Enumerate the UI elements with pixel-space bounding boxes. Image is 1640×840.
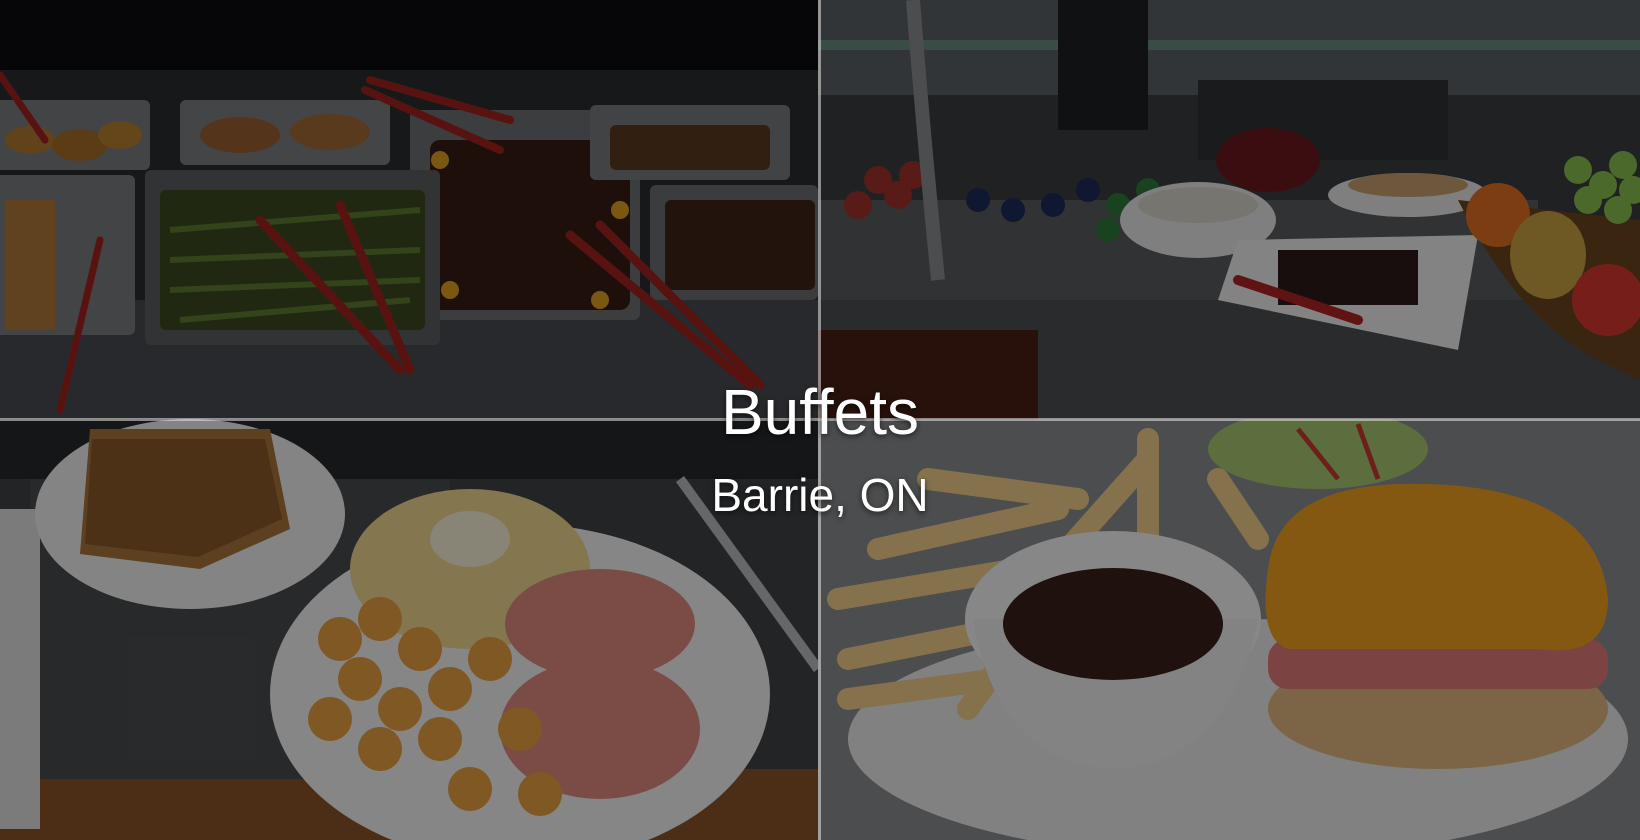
photo-breakfast-plate — [0, 419, 818, 840]
photo-buffet-hot-trays — [0, 0, 818, 419]
dessert-station-image — [818, 0, 1640, 419]
category-hero-banner: Buffets Barrie, ON — [0, 0, 1640, 840]
collage-divider-horizontal — [0, 418, 1640, 421]
photo-burger-fries-gravy — [818, 419, 1640, 840]
photo-dessert-buffet-station — [818, 0, 1640, 419]
burger-fries-image — [818, 419, 1640, 840]
breakfast-plate-image — [0, 419, 818, 840]
buffet-trays-image — [0, 0, 818, 419]
